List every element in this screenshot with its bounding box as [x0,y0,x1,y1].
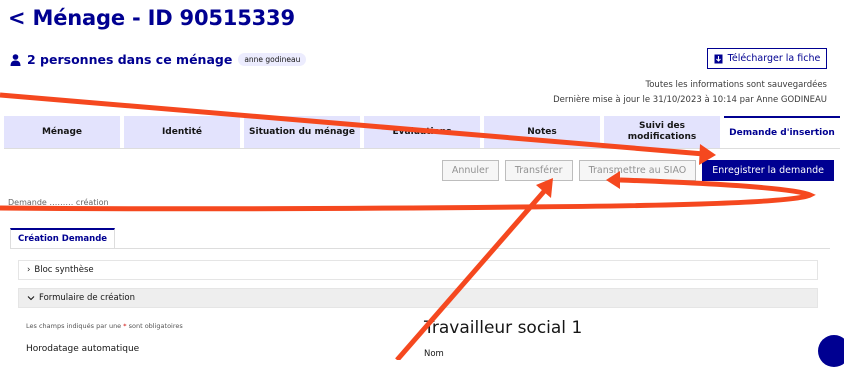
chat-icon[interactable] [818,335,844,367]
household-title: Ménage - ID 90515339 [32,6,296,30]
tab-notes[interactable]: Notes [484,116,600,148]
name-label: Nom [424,349,444,359]
accordion-bloc-synthese[interactable]: › Bloc synthèse [18,260,818,280]
chevron-right-icon: › [27,265,31,275]
tab-divider [4,148,840,149]
last-update: Dernière mise à jour le 31/10/2023 à 10:… [553,95,827,105]
required-star: * [123,322,127,330]
tab-creation-demande[interactable]: Création Demande [10,228,116,248]
household-persons: 2 personnes dans ce ménage anne godineau [10,52,307,67]
download-icon [714,54,723,63]
annotation-arrowhead [536,178,553,198]
download-button[interactable]: Télécharger la fiche [707,48,827,69]
section-title: Travailleur social 1 [424,318,583,338]
back-chevron-icon[interactable]: < [8,6,26,30]
timestamp-label: Horodatage automatique [26,344,140,354]
required-note-text: Les champs indiqués par une [26,322,122,330]
tab-menage[interactable]: Ménage [4,116,120,148]
tab-situation[interactable]: Situation du ménage [244,116,360,148]
subtab-divider [10,248,830,249]
cancel-button[interactable]: Annuler [441,160,499,181]
action-bar: Annuler Transférer Transmettre au SIAO E… [441,160,834,181]
partially-hidden-text: Demande ……… création [8,198,109,207]
tab-suivi[interactable]: Suivi des modifications [604,116,720,148]
referent-badge: anne godineau [238,53,307,66]
download-label: Télécharger la fiche [727,53,821,64]
person-icon [10,53,21,66]
required-note-text-end: sont obligatoires [128,322,183,330]
persons-count: 2 personnes dans ce ménage [27,52,233,67]
page-title: < Ménage - ID 90515339 [8,6,295,30]
transfer-button[interactable]: Transférer [504,160,573,181]
chevron-down-icon [27,296,35,301]
tab-identite[interactable]: Identité [124,116,240,148]
tab-bar: Ménage Identité Situation du ménage Eval… [4,116,840,148]
accordion-label: Bloc synthèse [34,265,94,275]
tab-demande-insertion[interactable]: Demande d'insertion [724,116,840,148]
save-status: Toutes les informations sont sauvegardée… [645,80,827,90]
accordion-formulaire-creation[interactable]: Formulaire de création [18,288,818,308]
tab-evaluations[interactable]: Evaluations [364,116,480,148]
save-info: Toutes les informations sont sauvegardée… [553,78,827,108]
required-note: Les champs indiqués par une * sont oblig… [26,322,183,330]
annotation-arrow-curve [0,177,816,212]
save-request-button[interactable]: Enregistrer la demande [702,160,834,181]
accordion-label: Formulaire de création [39,293,135,303]
transmit-siao-button[interactable]: Transmettre au SIAO [578,160,697,181]
